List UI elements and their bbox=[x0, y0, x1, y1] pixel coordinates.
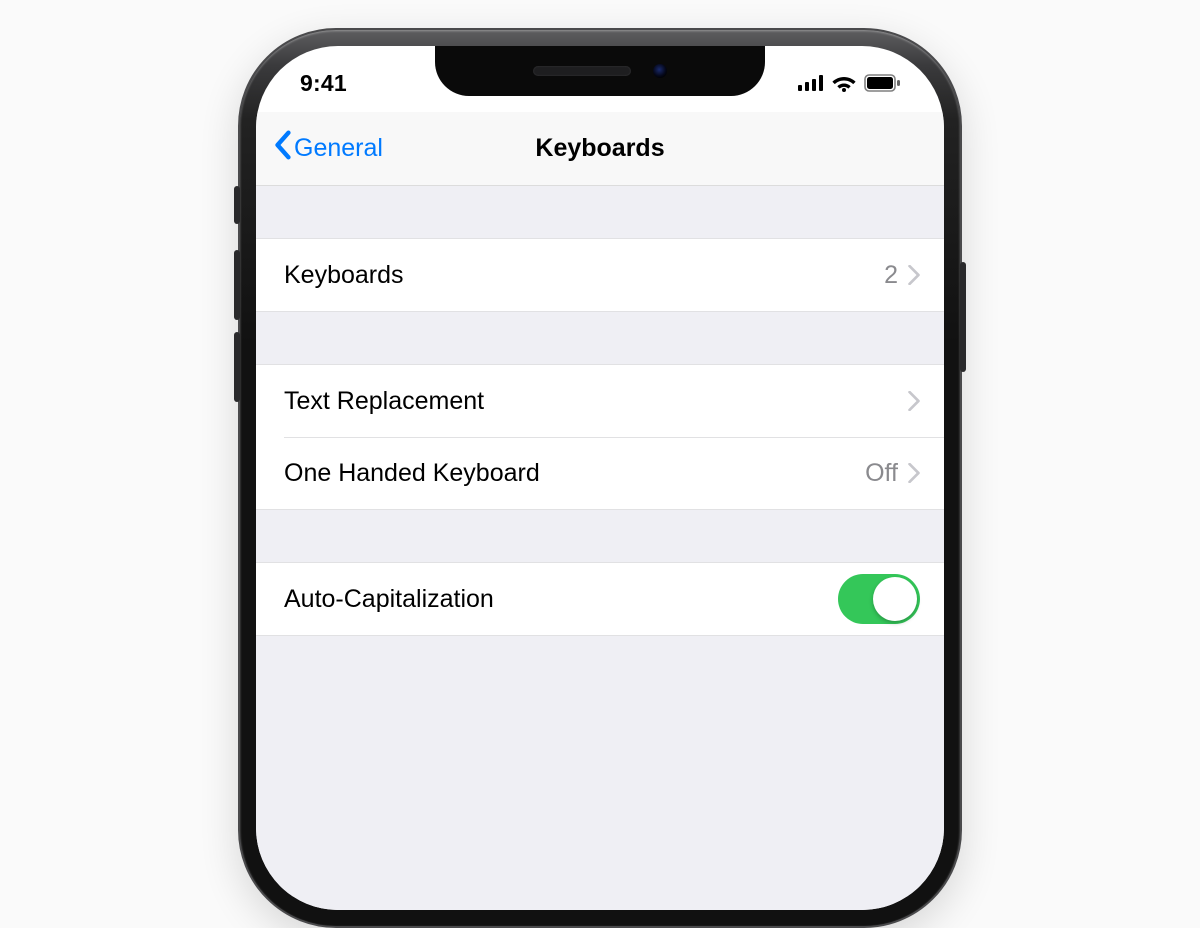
chevron-right-icon bbox=[908, 463, 920, 483]
notch bbox=[435, 46, 765, 96]
auto-capitalization-toggle[interactable] bbox=[838, 574, 920, 624]
auto-capitalization-row-label: Auto-Capitalization bbox=[284, 585, 838, 614]
navigation-bar: General Keyboards bbox=[256, 112, 944, 186]
keyboards-row-label: Keyboards bbox=[284, 261, 884, 290]
power-button bbox=[960, 262, 966, 372]
one-handed-keyboard-row[interactable]: One Handed Keyboard Off bbox=[256, 437, 944, 509]
text-replacement-row-label: Text Replacement bbox=[284, 387, 908, 416]
settings-content: Keyboards 2 Text Replacement bbox=[256, 186, 944, 910]
keyboards-group: Keyboards 2 bbox=[256, 238, 944, 312]
text-replacement-row[interactable]: Text Replacement bbox=[256, 365, 944, 437]
text-options-group: Text Replacement One Handed Keyboard Off bbox=[256, 364, 944, 510]
section-gap bbox=[256, 186, 944, 238]
section-gap bbox=[256, 510, 944, 562]
volume-up-button bbox=[234, 250, 240, 320]
toggle-knob bbox=[873, 577, 917, 621]
phone-frame: 9:41 bbox=[238, 28, 962, 928]
chevron-right-icon bbox=[908, 265, 920, 285]
chevron-left-icon bbox=[274, 130, 292, 167]
cellular-signal-icon bbox=[798, 75, 824, 91]
status-time: 9:41 bbox=[300, 62, 347, 97]
phone-screen: 9:41 bbox=[256, 46, 944, 910]
wifi-icon bbox=[832, 74, 856, 92]
battery-icon bbox=[864, 74, 900, 92]
keyboards-row[interactable]: Keyboards 2 bbox=[256, 239, 944, 311]
section-gap bbox=[256, 312, 944, 364]
back-button-label: General bbox=[294, 134, 383, 163]
earpiece-speaker bbox=[533, 66, 631, 76]
keyboards-row-value: 2 bbox=[884, 261, 898, 290]
phone-frame-container: 9:41 bbox=[238, 28, 962, 928]
chevron-right-icon bbox=[908, 391, 920, 411]
volume-down-button bbox=[234, 332, 240, 402]
one-handed-keyboard-row-value: Off bbox=[865, 459, 898, 488]
auto-cap-group: Auto-Capitalization bbox=[256, 562, 944, 636]
status-indicators bbox=[798, 66, 900, 92]
front-camera bbox=[653, 64, 667, 78]
back-button[interactable]: General bbox=[274, 130, 383, 167]
auto-capitalization-row[interactable]: Auto-Capitalization bbox=[256, 563, 944, 635]
mute-switch bbox=[234, 186, 240, 224]
one-handed-keyboard-row-label: One Handed Keyboard bbox=[284, 459, 865, 488]
